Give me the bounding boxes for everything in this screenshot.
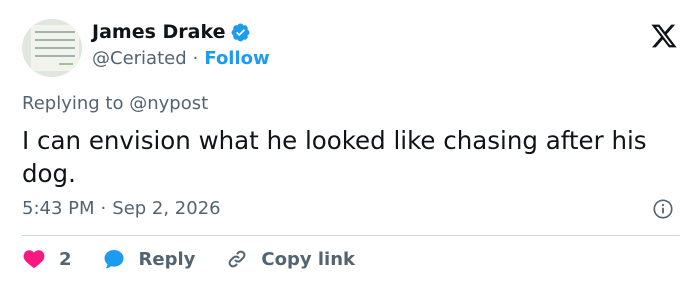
avatar[interactable]	[22, 19, 82, 77]
reply-bubble-icon	[104, 250, 124, 269]
author-handle-row: @Ceriated · Follow	[92, 48, 270, 69]
action-bar: 2 Reply Copy link	[22, 247, 355, 271]
like-count: 2	[59, 248, 72, 270]
meta-separator: ·	[100, 198, 107, 219]
verified-icon	[232, 23, 250, 41]
follow-button[interactable]: Follow	[204, 48, 269, 69]
divider	[22, 235, 680, 236]
tweet-date[interactable]: Sep 2, 2026	[112, 198, 220, 219]
link-icon	[229, 250, 246, 268]
copy-link-button[interactable]: Copy link	[225, 247, 355, 271]
author-handle[interactable]: @Ceriated	[92, 48, 187, 69]
author-name[interactable]: James Drake	[92, 21, 225, 43]
tweet-text: I can envision what he looked like chasi…	[22, 126, 647, 188]
reply-button[interactable]: Reply	[102, 247, 226, 271]
copy-link-label: Copy link	[261, 248, 355, 270]
tweet-meta: 5:43 PM · Sep 2, 2026	[22, 198, 221, 219]
replying-to: Replying to @nypost	[22, 93, 208, 114]
handle-separator: ·	[192, 48, 199, 69]
info-icon[interactable]	[652, 198, 674, 220]
author-name-row: James Drake	[92, 21, 251, 43]
reply-label: Reply	[138, 248, 196, 270]
avatar-sign-image	[31, 25, 79, 71]
heart-icon	[23, 250, 45, 268]
like-button[interactable]: 2	[22, 247, 102, 271]
tweet-time[interactable]: 5:43 PM	[22, 198, 95, 219]
x-logo-icon[interactable]	[650, 22, 678, 50]
replying-mention[interactable]: @nypost	[129, 93, 208, 114]
replying-prefix: Replying to	[22, 93, 124, 114]
